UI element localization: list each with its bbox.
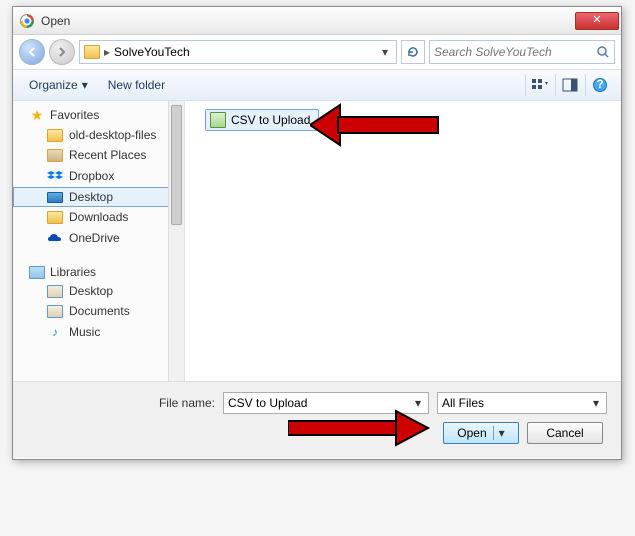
organize-button[interactable]: Organize ▾ (21, 74, 96, 96)
open-label: Open (457, 426, 486, 440)
sidebar-item-label: Desktop (69, 284, 113, 298)
folder-icon (47, 129, 63, 142)
dialog-footer: File name: CSV to Upload ▾ All Files ▾ O… (13, 381, 621, 458)
sidebar-group-favorites[interactable]: ★ Favorites (13, 101, 184, 125)
chevron-down-icon[interactable]: ▾ (590, 396, 602, 410)
sidebar-item-dropbox[interactable]: Dropbox (13, 165, 184, 187)
filename-label: File name: (27, 396, 215, 410)
file-name-label: CSV to Upload (231, 113, 310, 127)
file-list-pane[interactable]: CSV to Upload (185, 101, 621, 381)
sidebar-item-label: Dropbox (69, 169, 114, 183)
file-item-csv-to-upload[interactable]: CSV to Upload (205, 109, 319, 131)
sidebar-item-label: Recent Places (69, 148, 146, 162)
sidebar-item-label: old-desktop-files (69, 128, 156, 142)
favorites-label: Favorites (50, 108, 99, 122)
search-input[interactable] (434, 45, 596, 59)
chevron-down-icon[interactable]: ▾ (412, 396, 424, 410)
app-icon (19, 13, 35, 29)
view-options-button[interactable] (525, 74, 553, 96)
sidebar-item-label: Documents (69, 304, 130, 318)
star-icon: ★ (29, 107, 45, 123)
sidebar-item-desktop[interactable]: Desktop (13, 187, 184, 207)
nav-forward-button[interactable] (49, 39, 75, 65)
filter-value: All Files (442, 396, 484, 410)
sidebar: ★ Favorites old-desktop-files Recent Pla… (13, 101, 185, 381)
nav-back-button[interactable] (19, 39, 45, 65)
refresh-button[interactable] (401, 40, 425, 64)
sidebar-item-label: Desktop (69, 190, 113, 204)
sidebar-item-recent-places[interactable]: Recent Places (13, 145, 184, 165)
navbar: ▸ SolveYouTech ▾ (13, 35, 621, 69)
open-split-dropdown[interactable]: ▾ (493, 426, 505, 440)
sidebar-item-onedrive[interactable]: OneDrive (13, 227, 184, 249)
breadcrumb[interactable]: ▸ SolveYouTech ▾ (79, 40, 397, 64)
desktop-icon (47, 192, 63, 203)
open-file-dialog: Open ✕ ▸ SolveYouTech ▾ Organize ▾ (12, 6, 622, 460)
window-title: Open (41, 14, 575, 28)
sidebar-item-lib-desktop[interactable]: Desktop (13, 281, 184, 301)
svg-text:?: ? (596, 77, 603, 91)
chevron-down-icon: ▾ (82, 78, 88, 92)
libraries-icon (29, 266, 45, 279)
organize-label: Organize (29, 78, 78, 92)
libraries-label: Libraries (50, 265, 96, 279)
sidebar-item-label: Music (69, 325, 100, 339)
document-icon (47, 305, 63, 318)
recent-icon (47, 149, 63, 162)
cancel-label: Cancel (546, 426, 583, 440)
breadcrumb-dropdown[interactable]: ▾ (378, 45, 392, 59)
help-button[interactable]: ? (585, 74, 613, 96)
search-icon (596, 45, 610, 59)
document-icon (47, 285, 63, 298)
close-button[interactable]: ✕ (575, 12, 619, 30)
spreadsheet-icon (210, 112, 226, 128)
scrollbar-thumb[interactable] (171, 105, 182, 225)
sidebar-group-libraries[interactable]: Libraries (13, 259, 184, 281)
sidebar-item-label: Downloads (69, 210, 128, 224)
titlebar: Open ✕ (13, 7, 621, 35)
sidebar-item-old-desktop-files[interactable]: old-desktop-files (13, 125, 184, 145)
search-box[interactable] (429, 40, 615, 64)
new-folder-label: New folder (108, 78, 165, 92)
onedrive-icon (47, 230, 63, 246)
filename-combo[interactable]: CSV to Upload ▾ (223, 392, 429, 414)
cancel-button[interactable]: Cancel (527, 422, 603, 444)
dropbox-icon (47, 168, 63, 184)
filename-value: CSV to Upload (228, 396, 307, 410)
sidebar-item-lib-documents[interactable]: Documents (13, 301, 184, 321)
chevron-right-icon: ▸ (104, 45, 110, 59)
sidebar-item-label: OneDrive (69, 231, 120, 245)
breadcrumb-location[interactable]: SolveYouTech (114, 45, 190, 59)
dialog-body: ★ Favorites old-desktop-files Recent Pla… (13, 101, 621, 381)
toolbar: Organize ▾ New folder ? (13, 69, 621, 101)
preview-pane-button[interactable] (555, 74, 583, 96)
folder-icon (84, 45, 100, 59)
file-filter-combo[interactable]: All Files ▾ (437, 392, 607, 414)
sidebar-scrollbar[interactable] (168, 101, 184, 381)
sidebar-item-lib-music[interactable]: ♪ Music (13, 321, 184, 343)
music-icon: ♪ (47, 324, 63, 340)
folder-icon (47, 211, 63, 224)
sidebar-item-downloads[interactable]: Downloads (13, 207, 184, 227)
open-button[interactable]: Open ▾ (443, 422, 519, 444)
new-folder-button[interactable]: New folder (100, 74, 173, 96)
